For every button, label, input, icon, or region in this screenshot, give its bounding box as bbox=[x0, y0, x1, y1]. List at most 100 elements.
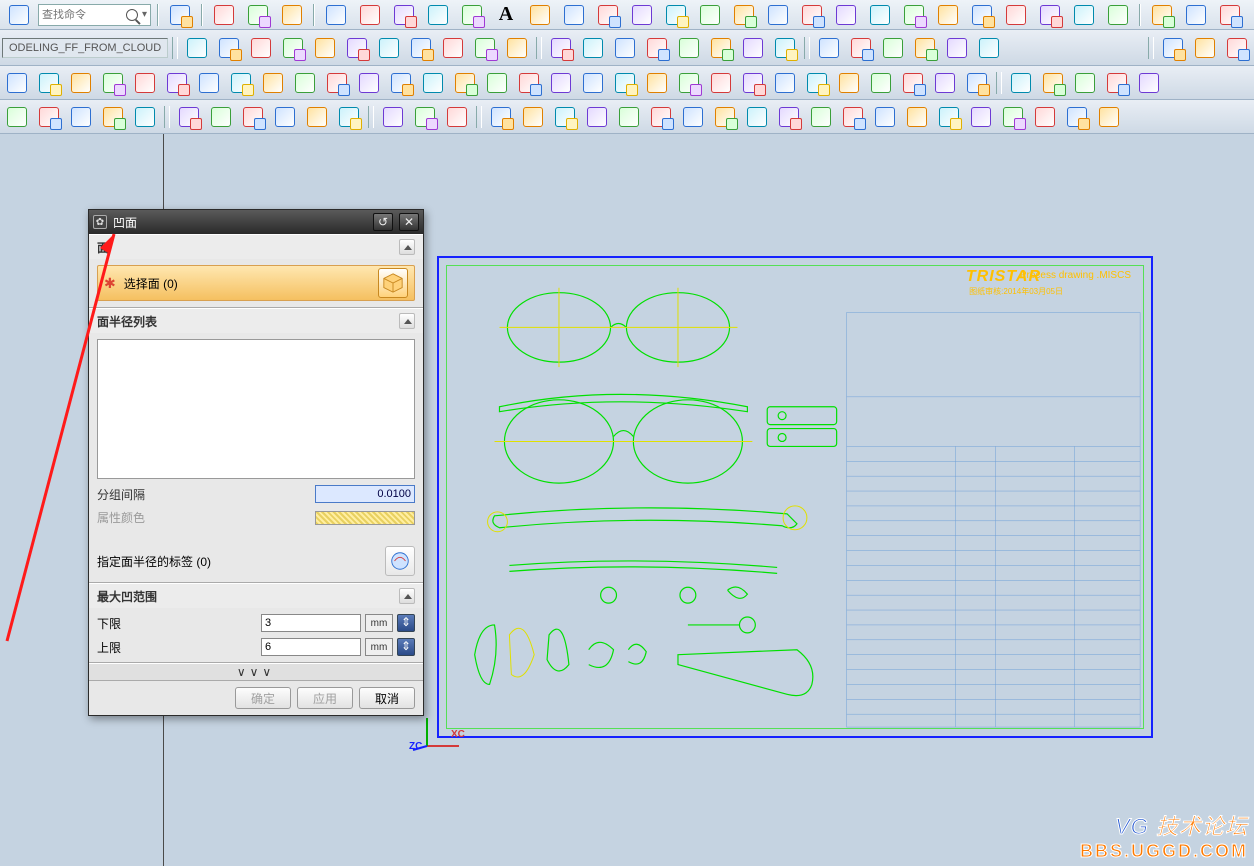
toolbar-button[interactable] bbox=[310, 33, 340, 63]
toolbar-button[interactable] bbox=[1069, 0, 1099, 30]
toolbar-button[interactable] bbox=[578, 68, 608, 98]
toolbar-button[interactable] bbox=[98, 68, 128, 98]
toolbar-button[interactable] bbox=[482, 68, 512, 98]
drawing-sheet[interactable]: TRISTAR Process drawing .MISCS 图纸审核:2014… bbox=[437, 256, 1153, 738]
viewport[interactable]: TRISTAR Process drawing .MISCS 图纸审核:2014… bbox=[0, 134, 1254, 866]
toolbar-button[interactable] bbox=[486, 102, 516, 132]
chevron-up-icon[interactable] bbox=[399, 313, 415, 329]
toolbar-button[interactable] bbox=[406, 33, 436, 63]
toolbar-button[interactable] bbox=[34, 68, 64, 98]
toolbar-button[interactable] bbox=[967, 0, 997, 30]
toolbar-button[interactable] bbox=[130, 102, 160, 132]
toolbar-button[interactable] bbox=[34, 102, 64, 132]
toolbar-button[interactable] bbox=[209, 0, 239, 30]
toolbar-button[interactable] bbox=[1222, 33, 1252, 63]
toolbar-button[interactable] bbox=[614, 102, 644, 132]
toolbar-button[interactable] bbox=[238, 102, 268, 132]
toolbar-button[interactable] bbox=[814, 33, 844, 63]
toolbar-button[interactable] bbox=[1181, 0, 1211, 30]
toolbar-button[interactable] bbox=[763, 0, 793, 30]
toolbar-button[interactable] bbox=[1001, 0, 1031, 30]
toolbar-button[interactable] bbox=[878, 33, 908, 63]
toolbar-button[interactable] bbox=[738, 68, 768, 98]
toolbar-button[interactable] bbox=[182, 33, 212, 63]
attr-color-swatch[interactable] bbox=[315, 511, 415, 525]
toolbar-button[interactable] bbox=[438, 33, 468, 63]
toolbar-button[interactable] bbox=[866, 68, 896, 98]
toolbar-button[interactable]: A bbox=[491, 0, 521, 30]
toolbar-button[interactable] bbox=[270, 102, 300, 132]
toolbar-button[interactable] bbox=[674, 68, 704, 98]
toolbar-button[interactable] bbox=[1030, 102, 1060, 132]
toolbar-button[interactable] bbox=[162, 68, 192, 98]
reset-icon[interactable]: ↺ bbox=[373, 213, 393, 231]
toolbar-button[interactable] bbox=[194, 68, 224, 98]
toolbar-button[interactable] bbox=[206, 102, 236, 132]
toolbar-button[interactable] bbox=[334, 102, 364, 132]
apply-button[interactable]: 应用 bbox=[297, 687, 353, 709]
gear-icon[interactable]: ✿ bbox=[93, 215, 107, 229]
toolbar-button[interactable] bbox=[130, 68, 160, 98]
toolbar-button[interactable] bbox=[470, 33, 500, 63]
toolbar-button[interactable] bbox=[386, 68, 416, 98]
toolbar-button[interactable] bbox=[277, 0, 307, 30]
toolbar-button[interactable] bbox=[546, 33, 576, 63]
radius-list-box[interactable] bbox=[97, 339, 415, 479]
toolbar-button[interactable] bbox=[514, 68, 544, 98]
toolbar-button[interactable] bbox=[559, 0, 589, 30]
toolbar-button[interactable] bbox=[934, 102, 964, 132]
cancel-button[interactable]: 取消 bbox=[359, 687, 415, 709]
cube-icon[interactable] bbox=[378, 268, 408, 298]
toolbar-button[interactable] bbox=[1134, 68, 1164, 98]
toolbar-button[interactable] bbox=[729, 0, 759, 30]
toolbar-button[interactable] bbox=[457, 0, 487, 30]
toolbar-button[interactable] bbox=[770, 68, 800, 98]
toolbar-button[interactable] bbox=[738, 33, 768, 63]
toolbar-button[interactable] bbox=[525, 0, 555, 30]
toolbar-button[interactable] bbox=[214, 33, 244, 63]
toolbar-button[interactable] bbox=[802, 68, 832, 98]
toolbar-button[interactable] bbox=[321, 0, 351, 30]
toolbar-button[interactable] bbox=[290, 68, 320, 98]
group-gap-input[interactable] bbox=[315, 485, 415, 503]
toolbar-button[interactable] bbox=[442, 102, 472, 132]
toolbar-button[interactable] bbox=[502, 33, 532, 63]
toolbar-button[interactable] bbox=[706, 33, 736, 63]
lower-unit-label[interactable]: mm bbox=[365, 614, 393, 632]
toolbar-button[interactable] bbox=[831, 0, 861, 30]
toolbar-button[interactable] bbox=[974, 33, 1004, 63]
toolbar-button[interactable] bbox=[578, 33, 608, 63]
toolbar-button[interactable] bbox=[174, 102, 204, 132]
toolbar-button[interactable] bbox=[66, 68, 96, 98]
toolbar-button[interactable] bbox=[899, 0, 929, 30]
toolbar-button[interactable] bbox=[410, 102, 440, 132]
toolbar-button[interactable] bbox=[706, 68, 736, 98]
toolbar-button[interactable] bbox=[610, 68, 640, 98]
select-face-row[interactable]: ✱ 选择面 (0) bbox=[97, 265, 415, 301]
toolbar-button[interactable] bbox=[378, 102, 408, 132]
lower-limit-input[interactable] bbox=[261, 614, 361, 632]
toolbar-button[interactable] bbox=[942, 33, 972, 63]
section-face-header[interactable]: 面 bbox=[89, 235, 423, 259]
toolbar-button[interactable] bbox=[1062, 102, 1092, 132]
toolbar-button[interactable] bbox=[354, 68, 384, 98]
toolbar-button[interactable] bbox=[870, 102, 900, 132]
toolbar-button[interactable] bbox=[642, 68, 672, 98]
toolbar-button[interactable] bbox=[258, 68, 288, 98]
toolbar-button[interactable] bbox=[642, 33, 672, 63]
toolbar-button[interactable] bbox=[582, 102, 612, 132]
toolbar-button[interactable] bbox=[774, 102, 804, 132]
toolbar-button[interactable] bbox=[661, 0, 691, 30]
toolbar-button[interactable] bbox=[930, 68, 960, 98]
toolbar-button[interactable] bbox=[355, 0, 385, 30]
toolbar-button[interactable] bbox=[2, 102, 32, 132]
upper-spin-button[interactable]: ⇕ bbox=[397, 638, 415, 656]
toolbar-button[interactable] bbox=[710, 102, 740, 132]
toolbar-button[interactable] bbox=[423, 0, 453, 30]
section-radius-list-header[interactable]: 面半径列表 bbox=[89, 309, 423, 333]
toolbar-button[interactable] bbox=[246, 33, 276, 63]
toolbar-button[interactable] bbox=[1094, 102, 1124, 132]
toolbar-button[interactable] bbox=[1215, 0, 1245, 30]
toolbar-button[interactable] bbox=[322, 68, 352, 98]
toolbar-button[interactable] bbox=[165, 0, 195, 30]
